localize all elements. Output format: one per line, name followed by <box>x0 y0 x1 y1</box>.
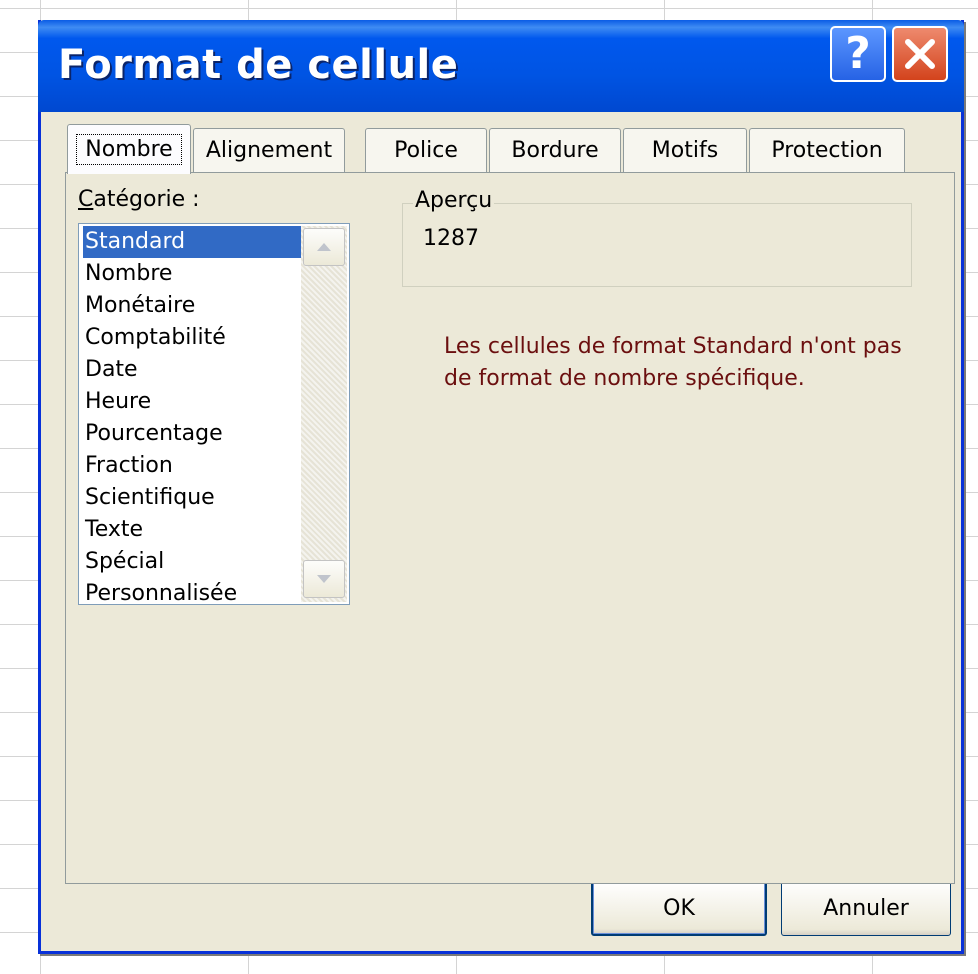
arrow-down-icon <box>317 575 331 583</box>
list-item-pourcentage[interactable]: Pourcentage <box>83 418 305 450</box>
tab-panel-nombre: Catégorie : Standard Nombre Monétaire Co… <box>65 172 955 884</box>
title-bar[interactable]: Format de cellule ? <box>38 20 964 112</box>
tab-label: Nombre <box>76 134 182 165</box>
category-label-text: atégorie : <box>93 187 200 212</box>
list-item-texte[interactable]: Texte <box>83 514 305 546</box>
scroll-up-button[interactable] <box>303 228 345 266</box>
help-icon: ? <box>845 28 871 79</box>
cancel-button[interactable]: Annuler <box>781 880 951 936</box>
category-listbox[interactable]: Standard Nombre Monétaire Comptabilité D… <box>78 223 350 606</box>
tab-label: Bordure <box>511 138 599 163</box>
tab-bordure[interactable]: Bordure <box>489 128 621 172</box>
format-cells-dialog: Format de cellule ? Nombre Alignement Po… <box>38 20 964 954</box>
ok-button-label: OK <box>663 895 695 921</box>
category-label-mnemonic: C <box>78 187 94 212</box>
ok-button[interactable]: OK <box>591 880 767 936</box>
preview-legend: Aperçu <box>413 188 495 213</box>
tab-protection[interactable]: Protection <box>749 128 905 172</box>
preview-value: 1287 <box>423 226 479 251</box>
scroll-down-button[interactable] <box>303 560 345 598</box>
list-item-comptabilite[interactable]: Comptabilité <box>83 322 305 354</box>
tab-label: Motifs <box>651 138 719 163</box>
list-item-fraction[interactable]: Fraction <box>83 450 305 482</box>
list-item-monetaire[interactable]: Monétaire <box>83 290 305 322</box>
preview-group: Aperçu 1287 <box>402 188 912 287</box>
tab-alignement[interactable]: Alignement <box>193 128 345 172</box>
tab-label: Protection <box>771 138 883 163</box>
dialog-title: Format de cellule <box>58 42 459 88</box>
list-item-standard[interactable]: Standard <box>83 226 305 258</box>
tab-motifs[interactable]: Motifs <box>623 128 747 172</box>
tab-label: Alignement <box>205 138 333 163</box>
list-item-personnalisee[interactable]: Personnalisée <box>83 578 305 610</box>
arrow-up-icon <box>317 243 331 251</box>
close-icon <box>905 39 935 69</box>
tab-nombre[interactable]: Nombre <box>67 124 191 174</box>
list-item-heure[interactable]: Heure <box>83 386 305 418</box>
list-item-special[interactable]: Spécial <box>83 546 305 578</box>
list-item-nombre[interactable]: Nombre <box>83 258 305 290</box>
cancel-button-label: Annuler <box>823 895 909 921</box>
tab-label: Police <box>394 138 458 163</box>
tab-police[interactable]: Police <box>365 128 487 172</box>
list-item-scientifique[interactable]: Scientifique <box>83 482 305 514</box>
category-label: Catégorie : <box>78 187 200 212</box>
list-item-date[interactable]: Date <box>83 354 305 386</box>
close-button[interactable] <box>892 26 948 82</box>
format-description: Les cellules de format Standard n'ont pa… <box>444 334 902 391</box>
category-scrollbar[interactable] <box>301 226 347 602</box>
help-button[interactable]: ? <box>830 26 886 82</box>
